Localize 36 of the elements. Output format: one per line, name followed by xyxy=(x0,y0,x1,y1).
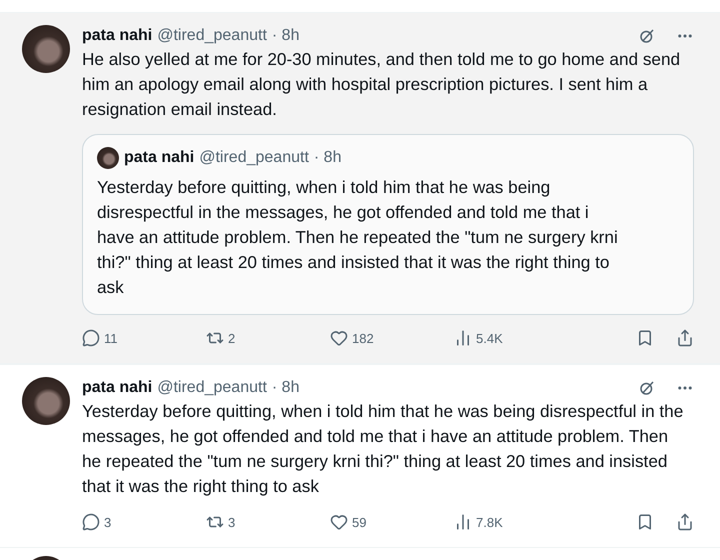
post-text: He also yelled at me for 20-30 minutes, and then told me to go home and send him an apology email along with hospital prescription pictures. I sent him a resignation email instead. xyxy=(82,48,682,121)
repost-button[interactable]: 3 xyxy=(206,513,330,531)
avatar xyxy=(97,147,119,169)
bar-chart-icon xyxy=(454,329,472,347)
post-time: · 8h xyxy=(314,149,342,167)
avatar[interactable] xyxy=(22,25,70,73)
heart-icon xyxy=(330,329,348,347)
repost-button[interactable]: 2 xyxy=(206,329,330,347)
author-handle[interactable]: @tired_peanutt xyxy=(157,27,267,45)
reply-button[interactable]: 11 xyxy=(82,329,206,347)
author-handle: @tired_peanutt xyxy=(199,149,309,167)
views-button[interactable]: 5.4K xyxy=(454,329,578,347)
quoted-post[interactable] xyxy=(82,134,694,315)
slashed-circle-icon[interactable] xyxy=(638,27,656,45)
bookmark-button[interactable] xyxy=(636,513,654,531)
bookmark-button[interactable] xyxy=(636,329,654,347)
post-time: · 8h xyxy=(272,27,300,45)
post-text: Yesterday before quitting, when i told him that he was being disrespectful in the messages, he got offended and told me that i have an attitude problem. Then he repeated the "tum ne surgery krni thi?" thing at least 20 times and insisted that it was the right thing to ask xyxy=(82,400,684,498)
bar-chart-icon xyxy=(454,513,472,531)
share-button[interactable] xyxy=(676,329,694,347)
heart-icon xyxy=(330,513,348,531)
like-button[interactable]: 182 xyxy=(330,329,454,347)
like-button[interactable]: 59 xyxy=(330,513,454,531)
author-name[interactable]: pata nahi xyxy=(82,27,152,45)
author-handle[interactable]: @tired_peanutt xyxy=(157,379,267,397)
reply-icon xyxy=(82,329,100,347)
views-button[interactable]: 7.8K xyxy=(454,513,578,531)
quoted-text: Yesterday before quitting, when i told him that he was being disrespectful in the messages, he got offended and told me that i have an attitude problem. Then he repeated the "tum ne surgery krni thi?" thing at least 20 times and insisted that it was the right thing to ask xyxy=(97,176,619,299)
reply-icon xyxy=(82,513,100,531)
post-time: · 8h xyxy=(272,379,300,397)
author-name[interactable]: pata nahi xyxy=(82,379,152,397)
share-button[interactable] xyxy=(676,513,694,531)
avatar[interactable] xyxy=(22,377,70,425)
author-name: pata nahi xyxy=(124,149,194,167)
reply-button[interactable]: 3 xyxy=(82,513,206,531)
slashed-circle-icon[interactable] xyxy=(638,379,656,397)
